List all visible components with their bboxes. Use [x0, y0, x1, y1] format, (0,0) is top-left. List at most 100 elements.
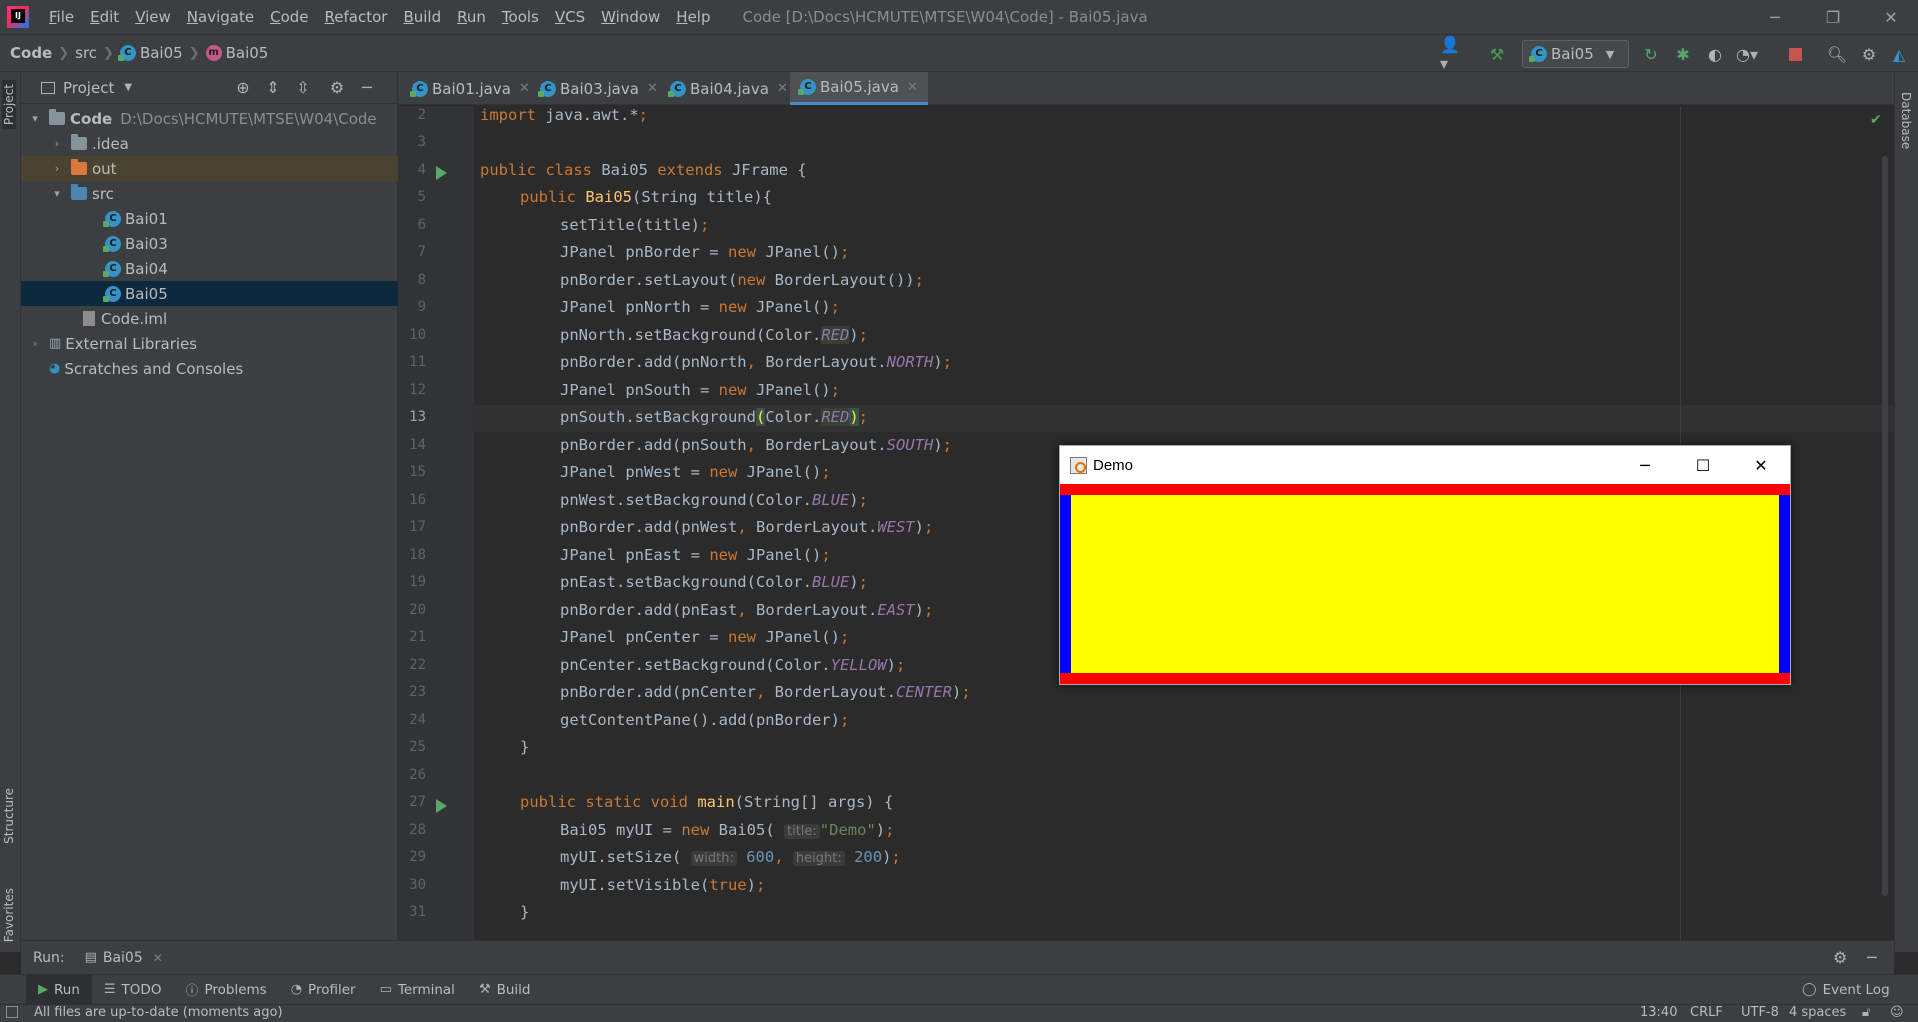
tree-item-external-libraries[interactable]: › ▥ External Libraries — [21, 331, 398, 356]
chevron-down-icon[interactable]: ▼ — [124, 82, 132, 93]
line-number: 19 — [409, 574, 426, 590]
line-separator[interactable]: CRLF — [1690, 1005, 1723, 1020]
hide-panel-icon[interactable]: ─ — [357, 78, 377, 98]
close-tab-icon[interactable]: ✕ — [519, 81, 530, 96]
tree-item-code-module[interactable]: ▾ Code D:\Docs\HCMUTE\MTSE\W04\Code — [21, 106, 398, 131]
close-tab-icon[interactable]: ✕ — [777, 81, 788, 96]
tab-bai03[interactable]: Bai03.java ✕ — [530, 72, 668, 105]
demo-window[interactable]: Demo ─ ☐ ✕ — [1059, 445, 1791, 685]
breadcrumb-class[interactable]: Bai05 — [140, 44, 183, 62]
tree-item-bai04[interactable]: Bai04 — [21, 256, 398, 281]
close-tab-icon[interactable]: ✕ — [647, 81, 658, 96]
tree-item-bai01[interactable]: Bai01 — [21, 206, 398, 231]
toggle-tool-windows-icon[interactable] — [6, 1006, 18, 1018]
tool-window-todo[interactable]: ☰ TODO — [92, 975, 174, 1005]
tree-item-code-iml[interactable]: Code.iml — [21, 306, 398, 331]
restore-window-button[interactable]: ❐ — [1806, 0, 1860, 34]
demo-maximize-button[interactable]: ☐ — [1680, 446, 1726, 484]
expand-arrow-icon[interactable]: ▾ — [51, 187, 63, 200]
status-message[interactable]: All files are up-to-date (moments ago) — [34, 1005, 283, 1020]
tree-item-bai03[interactable]: Bai03 — [21, 231, 398, 256]
demo-minimize-button[interactable]: ─ — [1622, 446, 1668, 484]
line-number: 18 — [409, 547, 426, 563]
close-window-button[interactable]: ✕ — [1864, 0, 1918, 34]
run-main-gutter-icon[interactable] — [436, 799, 447, 813]
tool-window-profiler[interactable]: ◔ Profiler — [279, 975, 368, 1005]
event-log-icon: ◯ — [1802, 982, 1817, 997]
run-settings-gear-icon[interactable]: ⚙ — [1833, 948, 1847, 967]
tree-item-src[interactable]: ▾ src — [21, 181, 398, 206]
run-tab-label[interactable]: Bai05 — [103, 950, 143, 966]
menu-run[interactable]: Run — [449, 0, 494, 34]
menu-edit[interactable]: Edit — [82, 0, 127, 34]
menu-tools[interactable]: Tools — [494, 0, 547, 34]
hide-run-panel-icon[interactable]: ─ — [1867, 948, 1877, 967]
tab-label: Bai04.java — [690, 79, 769, 98]
locate-icon[interactable]: ⊕ — [233, 78, 253, 98]
search-icon[interactable]: 🔍︎ — [1826, 43, 1848, 65]
breadcrumb-method[interactable]: Bai05 — [226, 44, 269, 62]
event-log-button[interactable]: ◯ Event Log — [1790, 975, 1902, 1005]
menu-vcs[interactable]: VCS — [547, 0, 593, 34]
tab-favorites-tool[interactable]: Favorites — [2, 888, 16, 942]
menu-file[interactable]: File — [41, 0, 82, 34]
expand-arrow-icon[interactable]: › — [29, 337, 41, 350]
tree-item-bai05[interactable]: Bai05 — [21, 281, 398, 306]
tab-project-tool[interactable]: Project — [2, 80, 16, 130]
tab-bai01[interactable]: Bai01.java ✕ — [402, 72, 540, 105]
tree-item-out[interactable]: › out — [21, 156, 398, 181]
tab-bai04[interactable]: Bai04.java ✕ — [660, 72, 798, 105]
tool-window-run[interactable]: ▶ Run — [26, 974, 92, 1005]
indent-setting[interactable]: 4 spaces — [1789, 1005, 1846, 1020]
run-class-gutter-icon[interactable] — [436, 166, 447, 180]
project-panel-title[interactable]: Project — [63, 79, 114, 97]
menu-code[interactable]: Code — [262, 0, 316, 34]
debug-icon[interactable]: ✱ — [1672, 43, 1694, 65]
collapse-all-icon[interactable]: ⇳ — [293, 78, 313, 98]
close-run-tab-icon[interactable]: ✕ — [153, 951, 163, 965]
menu-help[interactable]: Help — [668, 0, 718, 34]
coverage-icon[interactable]: ◐ — [1704, 43, 1726, 65]
user-icon[interactable]: 👤▾ — [1440, 35, 1462, 73]
breadcrumb-project[interactable]: Code — [10, 44, 52, 62]
expand-arrow-icon[interactable]: ▾ — [29, 112, 41, 125]
menu-navigate[interactable]: Navigate — [179, 0, 262, 34]
tab-structure-tool[interactable]: Structure — [2, 788, 16, 844]
tab-database-tool[interactable]: Database — [1899, 92, 1913, 149]
menu-refactor[interactable]: Refactor — [317, 0, 396, 34]
code-line: myUI.setVisible(true); — [560, 876, 766, 894]
gear-icon[interactable]: ⚙ — [327, 78, 347, 98]
tool-window-terminal[interactable]: ▭ Terminal — [368, 975, 467, 1005]
tree-item-idea[interactable]: › .idea — [21, 131, 398, 156]
tab-bai05[interactable]: Bai05.java ✕ — [790, 72, 928, 105]
editor-scrollbar[interactable] — [1882, 156, 1888, 896]
stop-icon[interactable] — [1784, 43, 1806, 65]
lock-icon[interactable]: 🔓︎ — [1862, 1005, 1870, 1020]
caret-position[interactable]: 13:40 — [1640, 1005, 1677, 1020]
menu-window[interactable]: Window — [593, 0, 668, 34]
plugin-icon[interactable]: ◭ — [1888, 43, 1910, 65]
settings-gear-icon[interactable]: ⚙ — [1858, 43, 1880, 65]
inspector-icon[interactable]: ☺ — [1890, 1005, 1904, 1020]
tool-window-build[interactable]: ⚒ Build — [467, 975, 543, 1005]
demo-title-bar[interactable]: Demo ─ ☐ ✕ — [1060, 446, 1790, 484]
line-number: 20 — [409, 602, 426, 618]
tree-item-scratches[interactable]: ◕ Scratches and Consoles — [21, 356, 398, 381]
minimize-window-button[interactable]: ─ — [1748, 0, 1802, 34]
file-encoding[interactable]: UTF-8 — [1741, 1005, 1779, 1020]
profile-icon[interactable]: ◔▾ — [1736, 43, 1758, 65]
close-tab-icon[interactable]: ✕ — [907, 80, 918, 95]
demo-close-button[interactable]: ✕ — [1738, 446, 1784, 484]
expand-arrow-icon[interactable]: › — [51, 162, 63, 175]
code-line: pnBorder.add(pnSouth, BorderLayout.SOUTH… — [560, 436, 952, 454]
rerun-icon[interactable]: ↻ — [1640, 43, 1662, 65]
tool-window-problems[interactable]: ⓘ Problems — [173, 975, 278, 1005]
run-configuration-select[interactable]: Bai05 ▼ — [1522, 40, 1629, 68]
menu-build[interactable]: Build — [395, 0, 449, 34]
no-problems-check-icon[interactable]: ✔ — [1870, 112, 1882, 128]
expand-arrow-icon[interactable]: › — [51, 137, 63, 150]
breadcrumb-src[interactable]: src — [75, 44, 97, 62]
menu-view[interactable]: View — [127, 0, 179, 34]
build-hammer-icon[interactable]: ⚒ — [1486, 43, 1508, 65]
expand-all-icon[interactable]: ⇕ — [263, 78, 283, 98]
